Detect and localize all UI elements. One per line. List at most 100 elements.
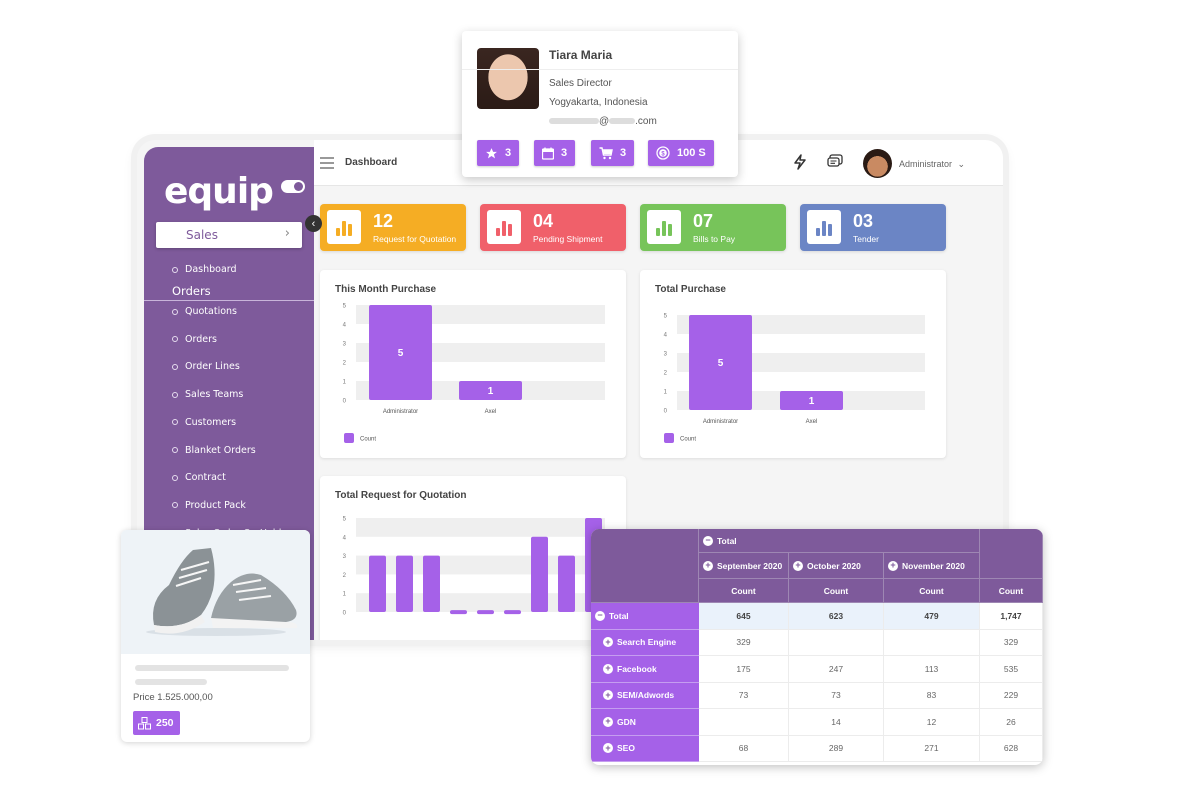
- legend-label[interactable]: Count: [360, 437, 376, 443]
- legend-swatch[interactable]: [664, 433, 674, 443]
- lightning-icon[interactable]: [793, 154, 807, 173]
- badge-value: 3: [620, 147, 627, 159]
- email-redacted: [609, 118, 636, 125]
- row-label: SEO: [617, 743, 635, 754]
- pivot-row-header[interactable]: + SEM/Adwords: [591, 682, 699, 709]
- pivot-header-measure[interactable]: Count: [980, 579, 1043, 603]
- pivot-header-measure[interactable]: Count: [699, 579, 789, 603]
- expand-plus-icon[interactable]: +: [603, 663, 613, 674]
- stock-badge[interactable]: 250: [133, 711, 180, 735]
- collapse-minus-icon[interactable]: −: [595, 610, 605, 621]
- stat-card-pending-shipment[interactable]: 04 Pending Shipment: [480, 204, 626, 251]
- pivot-cell[interactable]: 623: [789, 603, 884, 630]
- header-label: September 2020: [717, 560, 783, 571]
- pivot-cell[interactable]: 14: [789, 709, 884, 736]
- product-title-placeholder: [135, 665, 289, 671]
- pivot-cell-row-total[interactable]: 628: [980, 735, 1043, 762]
- pivot-row-header[interactable]: + Search Engine: [591, 629, 699, 656]
- pivot-cell-row-total[interactable]: 535: [980, 656, 1043, 683]
- row-label: SEM/Adwords: [617, 690, 675, 701]
- pivot-row-header[interactable]: + GDN: [591, 709, 699, 736]
- expand-plus-icon[interactable]: +: [603, 637, 613, 648]
- bar[interactable]: [558, 555, 575, 612]
- pivot-cell[interactable]: 645: [699, 603, 789, 630]
- calendar-icon: [542, 147, 554, 160]
- pivot-cell[interactable]: 73: [789, 682, 884, 709]
- pivot-cell[interactable]: 68: [699, 735, 789, 762]
- pivot-cell[interactable]: 73: [699, 682, 789, 709]
- sidebar-item-product-pack[interactable]: Product Pack: [172, 500, 246, 511]
- user-menu[interactable]: Administrator ⌄: [899, 159, 965, 170]
- sidebar-item-order-lines[interactable]: Order Lines: [172, 361, 240, 372]
- sidebar-item-orders[interactable]: Orders: [172, 334, 217, 345]
- sidebar-item-blanket-orders[interactable]: Blanket Orders: [172, 445, 256, 456]
- pivot-cell[interactable]: 289: [789, 735, 884, 762]
- pivot-cell-row-total[interactable]: 229: [980, 682, 1043, 709]
- bar[interactable]: [450, 610, 467, 615]
- product-image: [121, 530, 310, 654]
- expand-plus-icon[interactable]: +: [793, 560, 803, 571]
- pivot-header-month[interactable]: + November 2020: [884, 553, 980, 579]
- calendar-badge[interactable]: 3: [534, 140, 576, 166]
- stat-card-tender[interactable]: 03 Tender: [800, 204, 946, 251]
- coin-badge[interactable]: $100 S: [648, 140, 714, 166]
- bar[interactable]: [504, 610, 521, 615]
- pivot-cell[interactable]: 175: [699, 656, 789, 683]
- pivot-cell[interactable]: 329: [699, 629, 789, 656]
- pivot-cell[interactable]: 271: [884, 735, 980, 762]
- pivot-header-measure[interactable]: Count: [884, 579, 980, 603]
- stat-card-bills-to-pay[interactable]: 07 Bills to Pay: [640, 204, 786, 251]
- pivot-cell-row-total[interactable]: 26: [980, 709, 1043, 736]
- y-tick-label: 0: [664, 409, 668, 415]
- stat-card-request-for-quotation[interactable]: 12 Request for Quotation: [320, 204, 466, 251]
- y-tick-label: 1: [343, 592, 347, 598]
- hamburger-menu-icon[interactable]: [320, 157, 334, 169]
- bar[interactable]: [369, 555, 386, 612]
- legend-swatch[interactable]: [344, 433, 354, 443]
- bar[interactable]: [423, 555, 440, 612]
- pivot-cell-grand-total[interactable]: 1,747: [980, 603, 1043, 630]
- pivot-row-header[interactable]: + Facebook: [591, 656, 699, 683]
- expand-plus-icon[interactable]: +: [603, 743, 613, 754]
- module-sales-button[interactable]: Sales ›: [156, 222, 302, 248]
- collapse-sidebar-button[interactable]: ‹: [305, 215, 322, 232]
- pivot-cell[interactable]: [789, 629, 884, 656]
- star-badge[interactable]: 3: [477, 140, 520, 166]
- expand-plus-icon[interactable]: +: [603, 690, 613, 701]
- user-avatar[interactable]: [863, 149, 892, 178]
- pivot-header-month[interactable]: + September 2020: [699, 553, 789, 579]
- sidebar-item-sales-teams[interactable]: Sales Teams: [172, 389, 243, 400]
- bar[interactable]: [477, 610, 494, 615]
- header-label: Count: [731, 585, 756, 596]
- chat-icon[interactable]: [827, 154, 843, 172]
- sidebar-item-customers[interactable]: Customers: [172, 417, 236, 428]
- sidebar-item-quotations[interactable]: Quotations: [172, 306, 237, 317]
- collapse-minus-icon[interactable]: −: [703, 535, 713, 546]
- pivot-cell-row-total[interactable]: 329: [980, 629, 1043, 656]
- bar[interactable]: [531, 536, 548, 612]
- pivot-cell[interactable]: 113: [884, 656, 980, 683]
- expand-plus-icon[interactable]: +: [603, 716, 613, 727]
- header-label: October 2020: [807, 560, 861, 571]
- bar[interactable]: [396, 555, 413, 612]
- pivot-header-measure[interactable]: Count: [789, 579, 884, 603]
- sidebar-item-dashboard[interactable]: Dashboard: [172, 264, 237, 275]
- pivot-header-total[interactable]: − Total: [699, 529, 980, 553]
- expand-plus-icon[interactable]: +: [888, 560, 898, 571]
- pivot-row-header-total[interactable]: − Total: [591, 603, 699, 630]
- pivot-cell[interactable]: 247: [789, 656, 884, 683]
- pivot-cell[interactable]: 12: [884, 709, 980, 736]
- expand-plus-icon[interactable]: +: [703, 560, 713, 571]
- pivot-cell[interactable]: 479: [884, 603, 980, 630]
- pivot-row-header[interactable]: + SEO: [591, 735, 699, 762]
- cart-badge[interactable]: 3: [591, 140, 635, 166]
- pivot-header-month[interactable]: + October 2020: [789, 553, 884, 579]
- legend-label[interactable]: Count: [680, 437, 696, 443]
- sidebar-toggle[interactable]: [281, 180, 305, 193]
- pivot-cell[interactable]: [884, 629, 980, 656]
- pivot-cell[interactable]: 83: [884, 682, 980, 709]
- sidebar-item-label: Dashboard: [185, 264, 237, 275]
- sidebar-item-contract[interactable]: Contract: [172, 472, 226, 483]
- pivot-cell[interactable]: [699, 709, 789, 736]
- product-card[interactable]: Price 1.525.000,00 250: [121, 530, 310, 742]
